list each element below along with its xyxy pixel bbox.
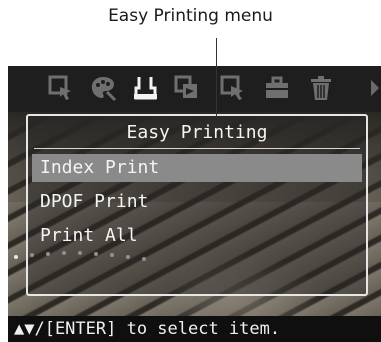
- menu-divider: [34, 148, 360, 149]
- palette-icon[interactable]: [88, 73, 118, 103]
- hint-bar: ▲▼/[ENTER] to select item.: [8, 316, 381, 342]
- menu-item-print-all[interactable]: Print All: [32, 222, 362, 250]
- callout-line: [216, 38, 217, 118]
- toolbox-icon[interactable]: [262, 73, 292, 103]
- easy-printing-menu: Easy Printing Index Print DPOF Print Pri…: [26, 114, 368, 296]
- copy-icon[interactable]: [172, 73, 202, 103]
- toolbar: [8, 66, 381, 112]
- menu-item-dpof-print[interactable]: DPOF Print: [32, 188, 362, 216]
- menu-title: Easy Printing: [126, 122, 268, 143]
- scroll-right-icon[interactable]: [371, 80, 379, 96]
- trash-icon[interactable]: [306, 73, 336, 103]
- hint-text: ▲▼/[ENTER] to select item.: [14, 319, 281, 339]
- callout-label: Easy Printing menu: [108, 6, 273, 26]
- camera-screen: Easy Printing Index Print DPOF Print Pri…: [8, 66, 381, 342]
- print-icon[interactable]: [130, 73, 160, 103]
- menu-item-index-print[interactable]: Index Print: [32, 154, 362, 182]
- magnify-cursor-icon[interactable]: [218, 73, 248, 103]
- cursor-frame-icon[interactable]: [46, 73, 76, 103]
